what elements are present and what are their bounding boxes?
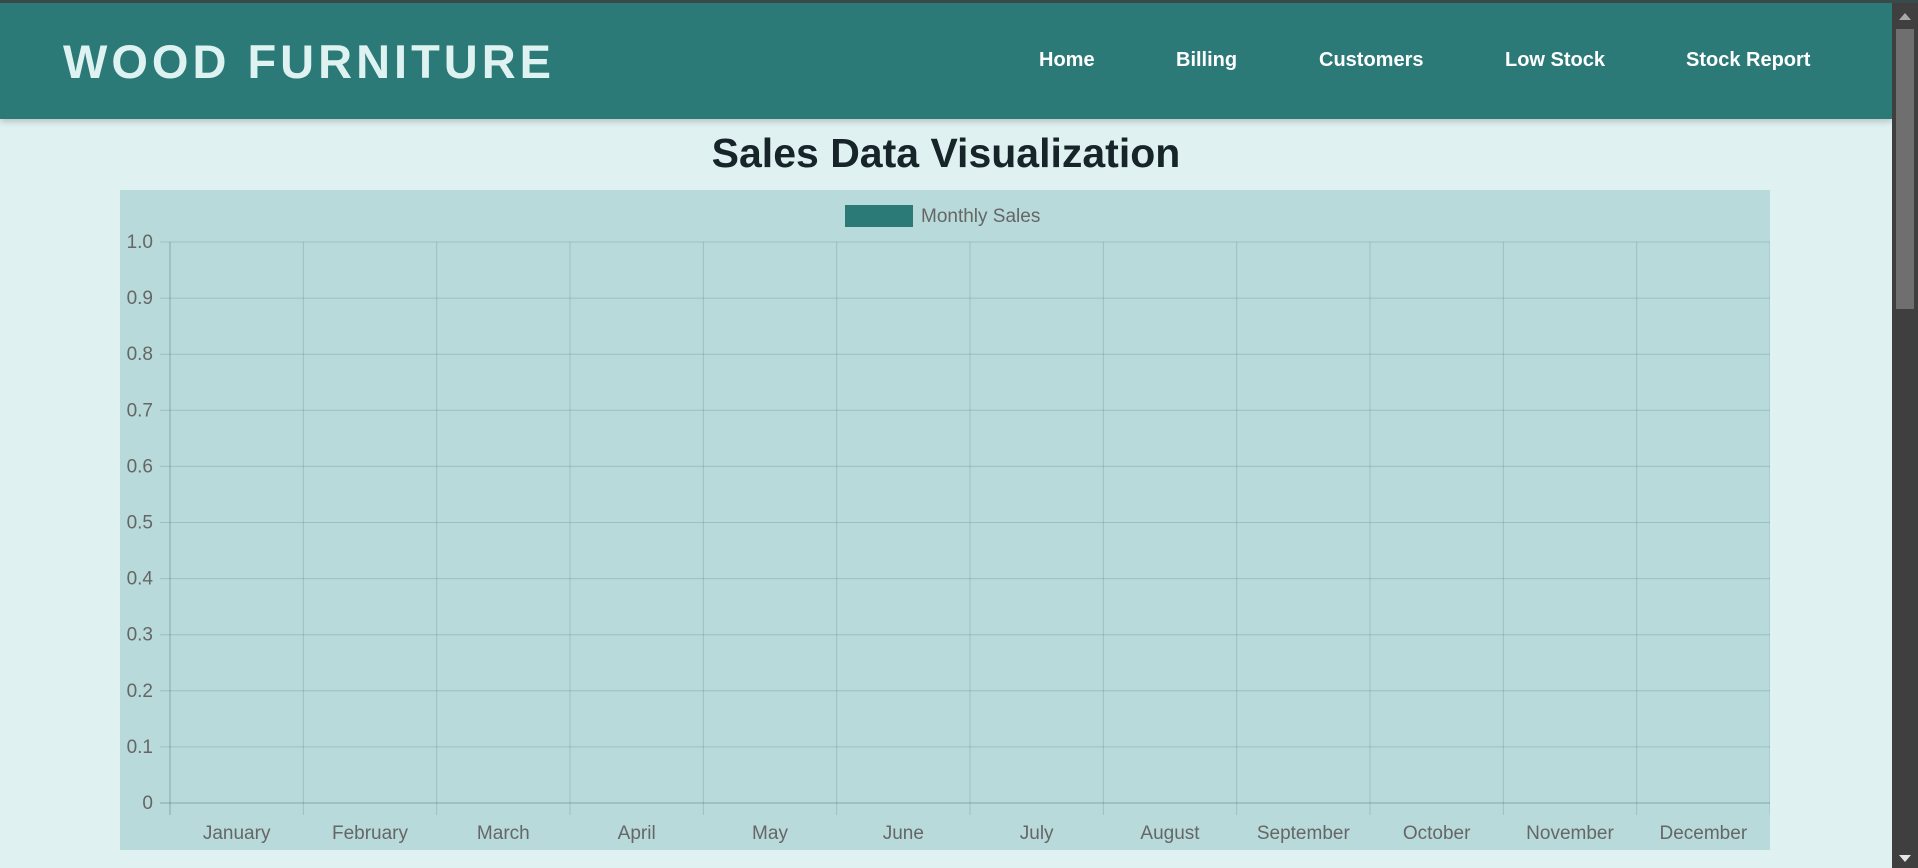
nav-billing-link[interactable]: Billing — [1176, 48, 1237, 72]
nav-low-stock-link[interactable]: Low Stock — [1505, 48, 1605, 72]
y-tick-label: 0.7 — [127, 400, 153, 421]
x-tick-label: September — [1257, 823, 1351, 844]
scroll-down-arrow-icon[interactable] — [1899, 855, 1911, 862]
y-tick-label: 0 — [142, 793, 153, 814]
x-tick-label: July — [1020, 823, 1054, 844]
nav-stock-report-link[interactable]: Stock Report — [1686, 48, 1810, 72]
y-tick-label: 0.8 — [127, 344, 153, 365]
brand-title: WOOD FURNITURE — [63, 35, 556, 88]
nav-customers-link[interactable]: Customers — [1319, 48, 1423, 72]
x-tick-label: November — [1526, 823, 1614, 844]
sales-chart-panel: Monthly Sales 0 0.1 0.2 0.3 0.4 0.5 0.6 0.7 0.8 0.… — [120, 190, 1770, 850]
y-tick-label: 0.9 — [127, 288, 153, 309]
navbar: WOOD FURNITURE Home Billing Customers Lo… — [0, 3, 1892, 119]
page-title: Sales Data Visualization — [711, 130, 1181, 176]
x-tick-label: March — [477, 823, 530, 844]
x-tick-label: May — [752, 823, 788, 844]
scroll-up-arrow-icon[interactable] — [1899, 13, 1911, 20]
x-tick-label: December — [1660, 823, 1748, 844]
legend-label[interactable]: Monthly Sales — [921, 206, 1040, 227]
y-tick-label: 0.6 — [127, 456, 153, 477]
legend-swatch[interactable] — [845, 205, 913, 227]
x-tick-label: January — [203, 823, 271, 844]
nav-home-link[interactable]: Home — [1039, 48, 1095, 72]
x-tick-label: August — [1140, 823, 1200, 844]
y-tick-label: 0.5 — [127, 513, 153, 534]
y-tick-label: 0.2 — [127, 681, 153, 702]
sales-chart: Monthly Sales 0 0.1 0.2 0.3 0.4 0.5 0.6 0.7 0.8 0.… — [127, 205, 1770, 844]
x-tick-label: June — [883, 823, 924, 844]
y-tick-label: 0.3 — [127, 625, 153, 646]
scroll-thumb[interactable] — [1896, 29, 1914, 309]
vertical-scrollbar[interactable] — [1892, 3, 1918, 868]
y-tick-label: 0.4 — [127, 569, 154, 590]
y-tick-label: 1.0 — [127, 232, 153, 253]
x-tick-label: April — [618, 823, 656, 844]
x-tick-label: February — [332, 823, 409, 844]
y-tick-label: 0.1 — [127, 737, 153, 758]
x-tick-label: October — [1403, 823, 1471, 844]
